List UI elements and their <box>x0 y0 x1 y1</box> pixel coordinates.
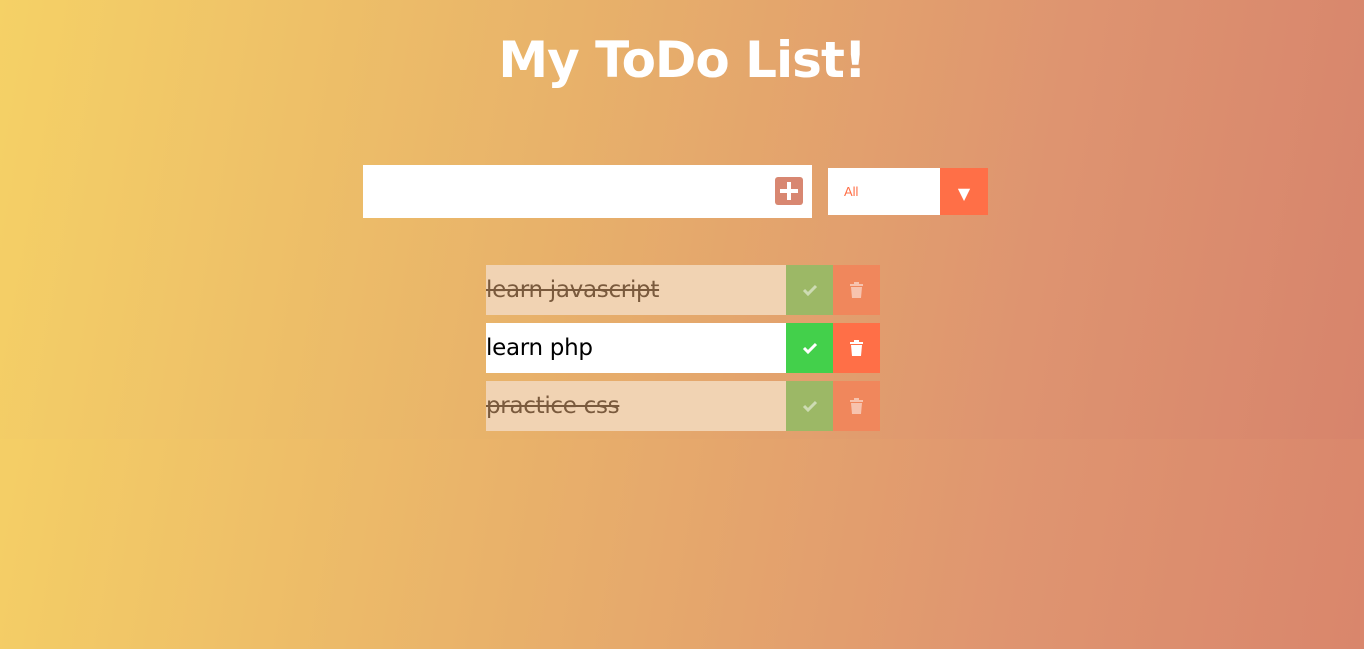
todo-item-text: learn php <box>486 323 786 373</box>
delete-button[interactable] <box>833 381 880 431</box>
todo-item: practice css <box>486 381 880 431</box>
trash-icon <box>850 282 863 298</box>
todo-input-container <box>363 165 812 218</box>
delete-button[interactable] <box>833 323 880 373</box>
complete-button[interactable] <box>786 323 833 373</box>
trash-icon <box>850 398 863 414</box>
delete-button[interactable] <box>833 265 880 315</box>
todo-list: learn javascript learn php practice css <box>486 265 880 439</box>
add-todo-button[interactable] <box>775 177 803 205</box>
complete-button[interactable] <box>786 381 833 431</box>
todo-item: learn php <box>486 323 880 373</box>
check-icon <box>802 342 817 355</box>
filter-select[interactable]: All ▼ <box>828 168 988 215</box>
trash-icon <box>850 340 863 356</box>
todo-item: learn javascript <box>486 265 880 315</box>
todo-input[interactable] <box>363 165 763 218</box>
triangle-down-icon[interactable]: ▼ <box>940 168 988 215</box>
filter-selected-value: All <box>844 184 859 199</box>
todo-item-text: practice css <box>486 381 786 431</box>
check-icon <box>802 284 817 297</box>
page-title: My ToDo List! <box>498 31 866 89</box>
complete-button[interactable] <box>786 265 833 315</box>
todo-item-text: learn javascript <box>486 265 786 315</box>
check-icon <box>802 400 817 413</box>
